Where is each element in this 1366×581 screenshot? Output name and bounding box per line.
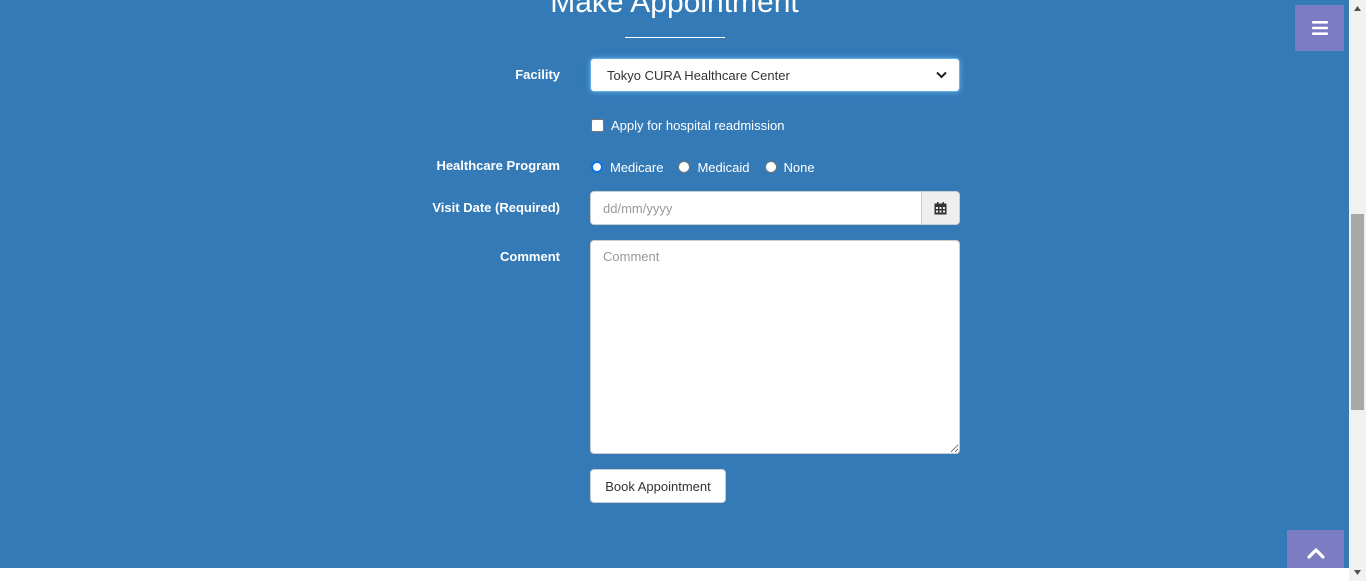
healthcare-program-radio-group: Medicare Medicaid None xyxy=(590,158,829,176)
radio-medicare[interactable] xyxy=(591,161,603,173)
facility-select[interactable]: Tokyo CURA Healthcare Center xyxy=(590,58,960,92)
radio-medicaid[interactable] xyxy=(678,161,691,173)
readmission-label: Apply for hospital readmission xyxy=(611,117,785,133)
radio-option-medicare[interactable]: Medicare xyxy=(590,160,663,175)
radio-none[interactable] xyxy=(764,161,777,173)
visit-date-group xyxy=(590,191,960,225)
readmission-checkbox-row[interactable]: Apply for hospital readmission xyxy=(590,116,784,134)
facility-select-value: Tokyo CURA Healthcare Center xyxy=(607,67,790,83)
radio-none-label: None xyxy=(783,159,815,175)
scroll-down-arrow-icon[interactable] xyxy=(1349,564,1366,581)
menu-toggle-button[interactable] xyxy=(1295,5,1344,51)
scroll-to-top-button[interactable] xyxy=(1287,530,1344,568)
title-divider xyxy=(625,37,725,38)
appointment-section: Make Appointment Facility Tokyo CURA Hea… xyxy=(0,0,1349,568)
calendar-button[interactable] xyxy=(921,191,960,225)
healthcare-program-label: Healthcare Program xyxy=(436,158,560,173)
radio-medicare-label: Medicare xyxy=(610,159,664,175)
scroll-up-arrow-icon[interactable] xyxy=(1349,0,1366,17)
scrollbar-thumb[interactable] xyxy=(1351,214,1364,410)
book-appointment-button[interactable]: Book Appointment xyxy=(590,469,726,503)
page-bottom-strip xyxy=(0,568,1349,581)
facility-label: Facility xyxy=(515,67,560,82)
chevron-up-icon xyxy=(1306,548,1325,559)
chevron-down-icon xyxy=(936,71,947,79)
radio-medicaid-label: Medicaid xyxy=(697,159,750,175)
comment-label: Comment xyxy=(500,249,560,264)
visit-date-input[interactable] xyxy=(590,191,921,225)
vertical-scrollbar[interactable] xyxy=(1349,0,1366,581)
radio-option-none[interactable]: None xyxy=(764,160,815,175)
menu-icon xyxy=(1311,21,1328,35)
page-title: Make Appointment xyxy=(550,0,799,19)
readmission-checkbox[interactable] xyxy=(591,118,604,132)
visit-date-label: Visit Date (Required) xyxy=(432,200,560,215)
radio-option-medicaid[interactable]: Medicaid xyxy=(677,159,750,175)
comment-textarea[interactable] xyxy=(590,240,960,454)
calendar-icon xyxy=(934,201,947,214)
